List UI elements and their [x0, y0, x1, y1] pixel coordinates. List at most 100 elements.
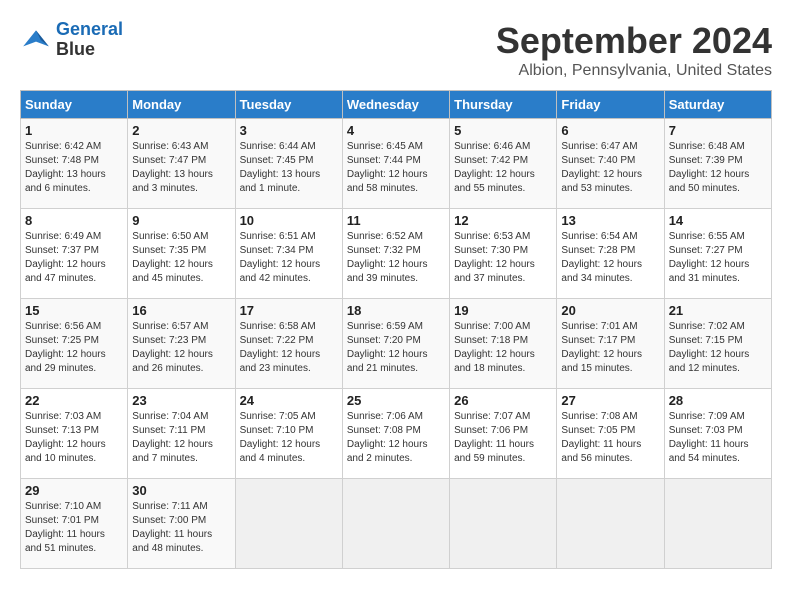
day-info: Sunrise: 6:57 AM Sunset: 7:23 PM Dayligh… — [132, 320, 230, 376]
day-number: 29 — [25, 483, 123, 498]
day-info: Sunrise: 7:02 AM Sunset: 7:15 PM Dayligh… — [669, 320, 767, 376]
location-title: Albion, Pennsylvania, United States — [496, 62, 772, 80]
day-info: Sunrise: 6:52 AM Sunset: 7:32 PM Dayligh… — [347, 230, 445, 286]
day-number: 11 — [347, 213, 445, 228]
day-number: 26 — [454, 393, 552, 408]
day-number: 21 — [669, 303, 767, 318]
day-number: 30 — [132, 483, 230, 498]
day-number: 22 — [25, 393, 123, 408]
day-info: Sunrise: 6:47 AM Sunset: 7:40 PM Dayligh… — [561, 140, 659, 196]
calendar-week-row: 8 Sunrise: 6:49 AM Sunset: 7:37 PM Dayli… — [21, 209, 772, 299]
day-info: Sunrise: 6:45 AM Sunset: 7:44 PM Dayligh… — [347, 140, 445, 196]
day-info: Sunrise: 7:01 AM Sunset: 7:17 PM Dayligh… — [561, 320, 659, 376]
weekday-header-wednesday: Wednesday — [342, 91, 449, 119]
calendar-cell — [664, 479, 771, 569]
day-number: 17 — [240, 303, 338, 318]
day-info: Sunrise: 6:43 AM Sunset: 7:47 PM Dayligh… — [132, 140, 230, 196]
calendar-cell — [450, 479, 557, 569]
calendar-cell: 7 Sunrise: 6:48 AM Sunset: 7:39 PM Dayli… — [664, 119, 771, 209]
calendar-cell: 23 Sunrise: 7:04 AM Sunset: 7:11 PM Dayl… — [128, 389, 235, 479]
day-number: 28 — [669, 393, 767, 408]
day-number: 19 — [454, 303, 552, 318]
calendar-cell: 16 Sunrise: 6:57 AM Sunset: 7:23 PM Dayl… — [128, 299, 235, 389]
day-number: 4 — [347, 123, 445, 138]
calendar-cell: 22 Sunrise: 7:03 AM Sunset: 7:13 PM Dayl… — [21, 389, 128, 479]
day-number: 16 — [132, 303, 230, 318]
calendar-cell: 4 Sunrise: 6:45 AM Sunset: 7:44 PM Dayli… — [342, 119, 449, 209]
calendar-cell: 25 Sunrise: 7:06 AM Sunset: 7:08 PM Dayl… — [342, 389, 449, 479]
calendar-cell: 1 Sunrise: 6:42 AM Sunset: 7:48 PM Dayli… — [21, 119, 128, 209]
calendar-cell: 18 Sunrise: 6:59 AM Sunset: 7:20 PM Dayl… — [342, 299, 449, 389]
day-info: Sunrise: 6:42 AM Sunset: 7:48 PM Dayligh… — [25, 140, 123, 196]
day-info: Sunrise: 6:48 AM Sunset: 7:39 PM Dayligh… — [669, 140, 767, 196]
day-info: Sunrise: 6:56 AM Sunset: 7:25 PM Dayligh… — [25, 320, 123, 376]
logo: GeneralBlue — [20, 20, 123, 60]
day-info: Sunrise: 7:05 AM Sunset: 7:10 PM Dayligh… — [240, 410, 338, 466]
calendar-cell: 2 Sunrise: 6:43 AM Sunset: 7:47 PM Dayli… — [128, 119, 235, 209]
logo-bird-icon — [20, 24, 52, 56]
logo-text: GeneralBlue — [56, 20, 123, 60]
day-number: 27 — [561, 393, 659, 408]
day-number: 10 — [240, 213, 338, 228]
day-number: 8 — [25, 213, 123, 228]
calendar-cell: 27 Sunrise: 7:08 AM Sunset: 7:05 PM Dayl… — [557, 389, 664, 479]
day-info: Sunrise: 7:09 AM Sunset: 7:03 PM Dayligh… — [669, 410, 767, 466]
calendar-cell: 21 Sunrise: 7:02 AM Sunset: 7:15 PM Dayl… — [664, 299, 771, 389]
weekday-header-monday: Monday — [128, 91, 235, 119]
day-info: Sunrise: 6:54 AM Sunset: 7:28 PM Dayligh… — [561, 230, 659, 286]
day-info: Sunrise: 6:44 AM Sunset: 7:45 PM Dayligh… — [240, 140, 338, 196]
day-info: Sunrise: 7:00 AM Sunset: 7:18 PM Dayligh… — [454, 320, 552, 376]
day-number: 23 — [132, 393, 230, 408]
calendar-cell: 14 Sunrise: 6:55 AM Sunset: 7:27 PM Dayl… — [664, 209, 771, 299]
calendar-cell: 29 Sunrise: 7:10 AM Sunset: 7:01 PM Dayl… — [21, 479, 128, 569]
day-info: Sunrise: 7:06 AM Sunset: 7:08 PM Dayligh… — [347, 410, 445, 466]
day-info: Sunrise: 7:11 AM Sunset: 7:00 PM Dayligh… — [132, 500, 230, 556]
day-info: Sunrise: 7:03 AM Sunset: 7:13 PM Dayligh… — [25, 410, 123, 466]
day-number: 1 — [25, 123, 123, 138]
calendar-cell: 19 Sunrise: 7:00 AM Sunset: 7:18 PM Dayl… — [450, 299, 557, 389]
calendar-table: SundayMondayTuesdayWednesdayThursdayFrid… — [20, 90, 772, 569]
day-info: Sunrise: 7:08 AM Sunset: 7:05 PM Dayligh… — [561, 410, 659, 466]
day-info: Sunrise: 6:46 AM Sunset: 7:42 PM Dayligh… — [454, 140, 552, 196]
weekday-header-tuesday: Tuesday — [235, 91, 342, 119]
day-number: 13 — [561, 213, 659, 228]
calendar-cell: 5 Sunrise: 6:46 AM Sunset: 7:42 PM Dayli… — [450, 119, 557, 209]
day-number: 5 — [454, 123, 552, 138]
calendar-cell: 11 Sunrise: 6:52 AM Sunset: 7:32 PM Dayl… — [342, 209, 449, 299]
calendar-cell: 28 Sunrise: 7:09 AM Sunset: 7:03 PM Dayl… — [664, 389, 771, 479]
calendar-week-row: 22 Sunrise: 7:03 AM Sunset: 7:13 PM Dayl… — [21, 389, 772, 479]
day-info: Sunrise: 7:10 AM Sunset: 7:01 PM Dayligh… — [25, 500, 123, 556]
title-block: September 2024 Albion, Pennsylvania, Uni… — [496, 20, 772, 80]
day-info: Sunrise: 6:59 AM Sunset: 7:20 PM Dayligh… — [347, 320, 445, 376]
day-number: 7 — [669, 123, 767, 138]
day-number: 20 — [561, 303, 659, 318]
day-number: 14 — [669, 213, 767, 228]
calendar-cell: 24 Sunrise: 7:05 AM Sunset: 7:10 PM Dayl… — [235, 389, 342, 479]
calendar-cell: 15 Sunrise: 6:56 AM Sunset: 7:25 PM Dayl… — [21, 299, 128, 389]
day-info: Sunrise: 7:07 AM Sunset: 7:06 PM Dayligh… — [454, 410, 552, 466]
day-info: Sunrise: 6:51 AM Sunset: 7:34 PM Dayligh… — [240, 230, 338, 286]
day-number: 18 — [347, 303, 445, 318]
day-info: Sunrise: 6:55 AM Sunset: 7:27 PM Dayligh… — [669, 230, 767, 286]
calendar-cell — [557, 479, 664, 569]
day-info: Sunrise: 6:49 AM Sunset: 7:37 PM Dayligh… — [25, 230, 123, 286]
day-info: Sunrise: 6:50 AM Sunset: 7:35 PM Dayligh… — [132, 230, 230, 286]
day-number: 12 — [454, 213, 552, 228]
day-info: Sunrise: 7:04 AM Sunset: 7:11 PM Dayligh… — [132, 410, 230, 466]
calendar-cell: 20 Sunrise: 7:01 AM Sunset: 7:17 PM Dayl… — [557, 299, 664, 389]
day-info: Sunrise: 6:58 AM Sunset: 7:22 PM Dayligh… — [240, 320, 338, 376]
calendar-cell — [235, 479, 342, 569]
page-header: GeneralBlue September 2024 Albion, Penns… — [20, 20, 772, 80]
calendar-week-row: 15 Sunrise: 6:56 AM Sunset: 7:25 PM Dayl… — [21, 299, 772, 389]
weekday-header-saturday: Saturday — [664, 91, 771, 119]
calendar-cell: 17 Sunrise: 6:58 AM Sunset: 7:22 PM Dayl… — [235, 299, 342, 389]
calendar-cell: 26 Sunrise: 7:07 AM Sunset: 7:06 PM Dayl… — [450, 389, 557, 479]
calendar-week-row: 29 Sunrise: 7:10 AM Sunset: 7:01 PM Dayl… — [21, 479, 772, 569]
calendar-cell: 8 Sunrise: 6:49 AM Sunset: 7:37 PM Dayli… — [21, 209, 128, 299]
calendar-cell: 13 Sunrise: 6:54 AM Sunset: 7:28 PM Dayl… — [557, 209, 664, 299]
calendar-cell: 3 Sunrise: 6:44 AM Sunset: 7:45 PM Dayli… — [235, 119, 342, 209]
day-number: 2 — [132, 123, 230, 138]
calendar-week-row: 1 Sunrise: 6:42 AM Sunset: 7:48 PM Dayli… — [21, 119, 772, 209]
day-number: 6 — [561, 123, 659, 138]
day-number: 25 — [347, 393, 445, 408]
